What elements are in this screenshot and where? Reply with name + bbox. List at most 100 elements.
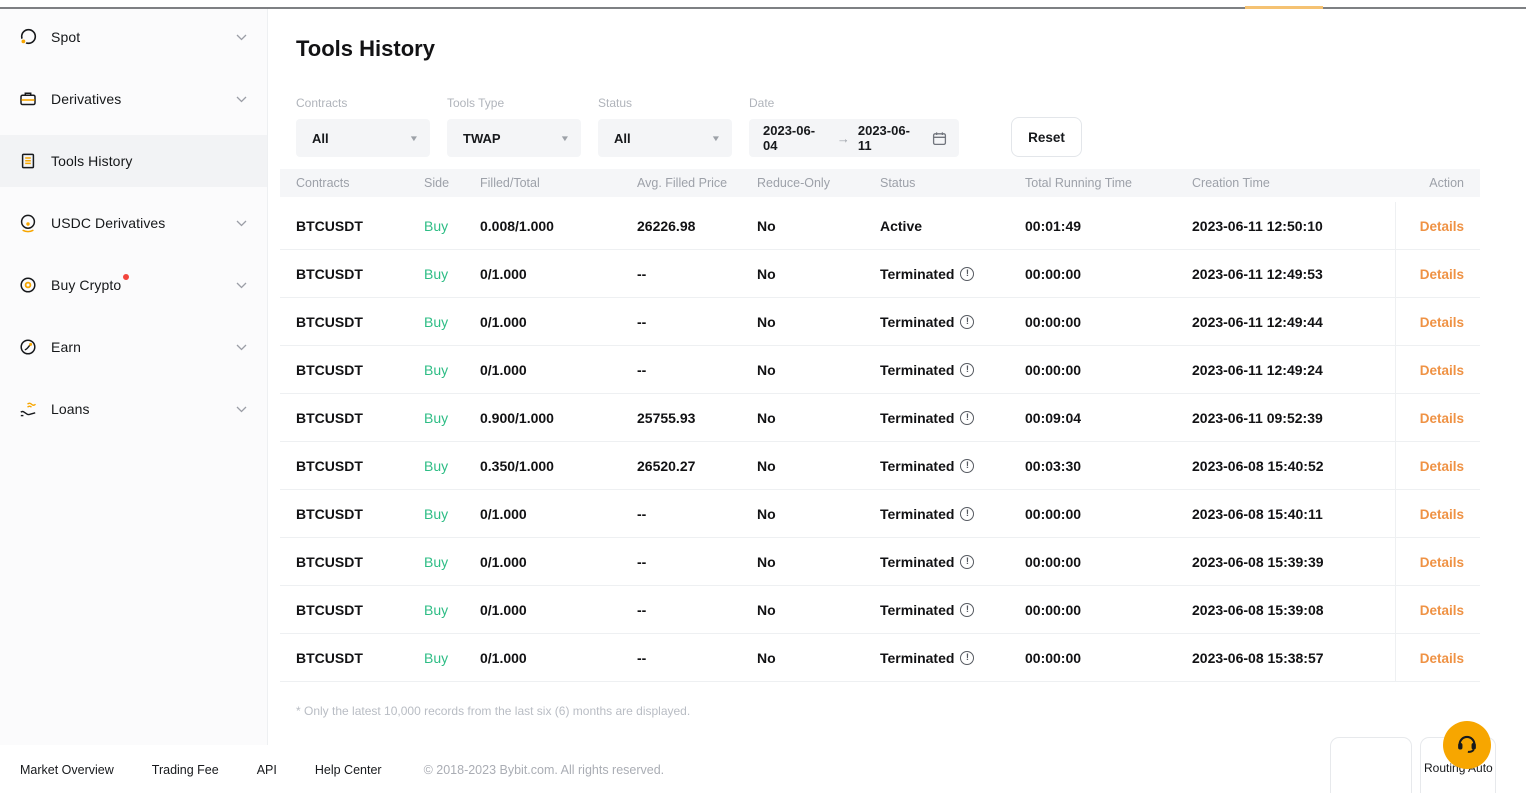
chevron-down-icon <box>236 400 247 418</box>
status-info-icon[interactable]: ! <box>960 651 974 665</box>
cell-creation-time: 2023-06-11 12:49:44 <box>1192 314 1395 330</box>
date-range-picker[interactable]: 2023-06-04 → 2023-06-11 <box>749 119 959 157</box>
details-link[interactable]: Details <box>1420 411 1464 426</box>
main-content: Tools History Contracts All ▼ Tools Type… <box>280 9 1480 718</box>
cell-status: Terminated! <box>880 554 1025 570</box>
column-header-side: Side <box>424 176 480 190</box>
loans-icon <box>18 399 38 419</box>
status-select-value: All <box>614 131 631 146</box>
support-chat-button[interactable] <box>1443 721 1491 769</box>
cell-reduce-only: No <box>757 602 880 618</box>
cell-filled-total: 0.900/1.000 <box>480 410 637 426</box>
cell-action: Details <box>1395 586 1480 634</box>
sidebar-item-label: USDC Derivatives <box>51 215 165 231</box>
details-link[interactable]: Details <box>1420 267 1464 282</box>
status-info-icon[interactable]: ! <box>960 555 974 569</box>
filters-bar: Contracts All ▼ Tools Type TWAP ▼ Status… <box>296 96 1480 157</box>
cell-filled-total: 0/1.000 <box>480 362 637 378</box>
cell-status: Terminated! <box>880 650 1025 666</box>
status-label: Terminated <box>880 554 954 570</box>
sidebar-item-label: Loans <box>51 401 90 417</box>
sidebar-item-tools-history[interactable]: Tools History <box>0 135 267 187</box>
status-info-icon[interactable]: ! <box>960 603 974 617</box>
cell-side: Buy <box>424 554 480 570</box>
table-row: BTCUSDTBuy0.008/1.00026226.98NoActive00:… <box>280 202 1480 250</box>
cell-filled-total: 0.008/1.000 <box>480 218 637 234</box>
spot-icon <box>18 27 38 47</box>
cell-total-running-time: 00:00:00 <box>1025 650 1192 666</box>
filter-label: Tools Type <box>447 96 581 110</box>
details-link[interactable]: Details <box>1420 555 1464 570</box>
cell-side: Buy <box>424 650 480 666</box>
sidebar-item-earn[interactable]: Earn <box>0 321 267 373</box>
filter-label: Status <box>598 96 732 110</box>
cell-contracts: BTCUSDT <box>280 362 424 378</box>
details-link[interactable]: Details <box>1420 651 1464 666</box>
details-link[interactable]: Details <box>1420 315 1464 330</box>
cell-side: Buy <box>424 218 480 234</box>
page-title: Tools History <box>296 36 1480 62</box>
status-info-icon[interactable]: ! <box>960 411 974 425</box>
earn-icon <box>18 337 38 357</box>
status-label: Active <box>880 218 922 234</box>
details-link[interactable]: Details <box>1420 219 1464 234</box>
sidebar-item-usdc-derivatives[interactable]: USDC Derivatives <box>0 197 267 249</box>
details-link[interactable]: Details <box>1420 363 1464 378</box>
cell-side: Buy <box>424 362 480 378</box>
column-header-reduce-only: Reduce-Only <box>757 176 880 190</box>
sidebar: Spot Derivatives Tools History USDC Deri… <box>0 9 268 745</box>
sidebar-item-loans[interactable]: Loans <box>0 383 267 435</box>
status-info-icon[interactable]: ! <box>960 459 974 473</box>
usdc-derivatives-icon <box>18 213 38 233</box>
cell-total-running-time: 00:00:00 <box>1025 554 1192 570</box>
cell-contracts: BTCUSDT <box>280 554 424 570</box>
chevron-down-icon <box>236 28 247 46</box>
derivatives-icon <box>18 89 38 109</box>
contracts-select[interactable]: All ▼ <box>296 119 430 157</box>
footer-link-market-overview[interactable]: Market Overview <box>20 763 114 777</box>
cell-contracts: BTCUSDT <box>280 410 424 426</box>
date-end-value: 2023-06-11 <box>858 123 923 153</box>
cell-total-running-time: 00:09:04 <box>1025 410 1192 426</box>
cell-status: Terminated! <box>880 410 1025 426</box>
reset-button[interactable]: Reset <box>1011 117 1082 157</box>
status-label: Terminated <box>880 602 954 618</box>
details-link[interactable]: Details <box>1420 459 1464 474</box>
details-link[interactable]: Details <box>1420 603 1464 618</box>
status-select[interactable]: All ▼ <box>598 119 732 157</box>
cell-avg-filled-price: -- <box>637 554 757 570</box>
status-info-icon[interactable]: ! <box>960 507 974 521</box>
cell-contracts: BTCUSDT <box>280 650 424 666</box>
status-info-icon[interactable]: ! <box>960 267 974 281</box>
footer-link-help-center[interactable]: Help Center <box>315 763 382 777</box>
cell-contracts: BTCUSDT <box>280 506 424 522</box>
status-info-icon[interactable]: ! <box>960 315 974 329</box>
column-header-status: Status <box>880 176 1025 190</box>
chevron-down-icon <box>236 90 247 108</box>
buy-crypto-icon <box>18 275 38 295</box>
sidebar-item-derivatives[interactable]: Derivatives <box>0 73 267 125</box>
sidebar-item-spot[interactable]: Spot <box>0 11 267 63</box>
tools-type-select[interactable]: TWAP ▼ <box>447 119 581 157</box>
cell-action: Details <box>1395 298 1480 346</box>
cell-avg-filled-price: -- <box>637 602 757 618</box>
footer-link-trading-fee[interactable]: Trading Fee <box>152 763 219 777</box>
dropdown-caret-icon: ▼ <box>560 134 570 143</box>
footer-link-api[interactable]: API <box>257 763 277 777</box>
cell-contracts: BTCUSDT <box>280 602 424 618</box>
pagination-button-partial[interactable] <box>1330 737 1412 793</box>
cell-avg-filled-price: 25755.93 <box>637 410 757 426</box>
cell-avg-filled-price: -- <box>637 362 757 378</box>
status-info-icon[interactable]: ! <box>960 363 974 377</box>
status-label: Terminated <box>880 506 954 522</box>
cell-filled-total: 0/1.000 <box>480 266 637 282</box>
cell-total-running-time: 00:00:00 <box>1025 314 1192 330</box>
details-link[interactable]: Details <box>1420 507 1464 522</box>
cell-status: Terminated! <box>880 506 1025 522</box>
cell-status: Terminated! <box>880 602 1025 618</box>
cell-contracts: BTCUSDT <box>280 458 424 474</box>
cell-side: Buy <box>424 314 480 330</box>
sidebar-item-buy-crypto[interactable]: Buy Crypto <box>0 259 267 311</box>
cell-action: Details <box>1395 634 1480 682</box>
cell-filled-total: 0.350/1.000 <box>480 458 637 474</box>
